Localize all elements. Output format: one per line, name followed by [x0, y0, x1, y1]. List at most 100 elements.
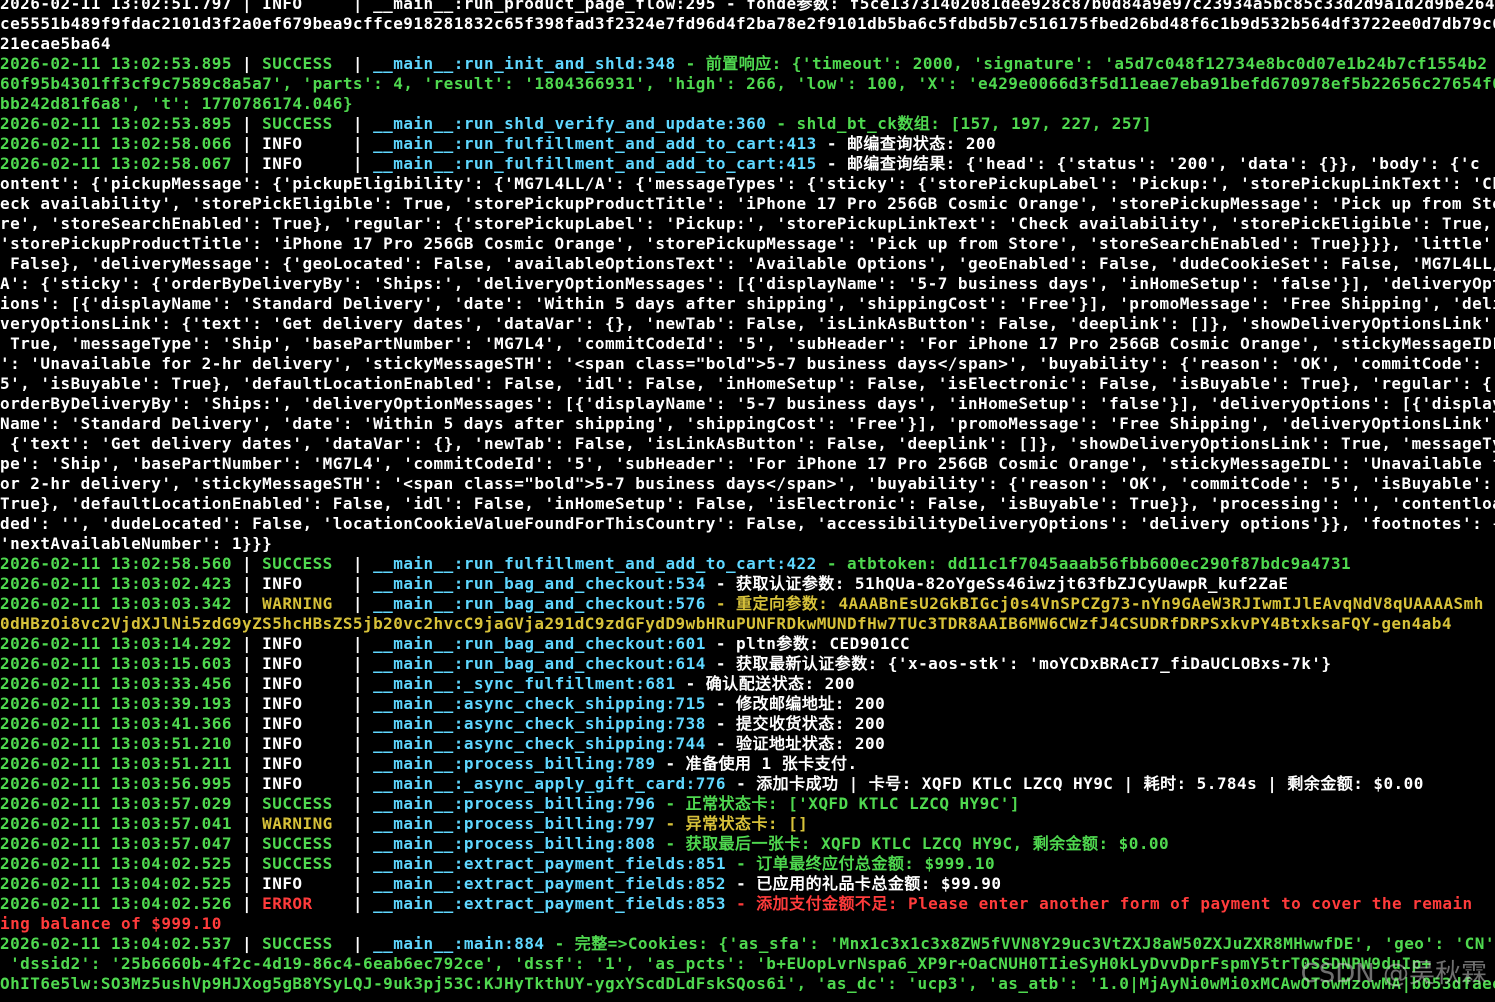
- csdn-watermark: CSDN @吴秋霖: [1300, 959, 1487, 989]
- log-continuation: 5', 'isBuyable': True}, 'defaultLocation…: [0, 374, 1495, 394]
- log-timestamp: 2026-02-11 13:03:39.193: [0, 694, 232, 713]
- log-wrapped-text: A': {'sticky': {'orderByDeliveryBy': 'Sh…: [0, 274, 1495, 293]
- log-wrapped-text: 'dssid2': '25b6660b-4f2c-4d19-86c4-6eab6…: [0, 954, 1432, 973]
- log-separator: |: [231, 894, 263, 913]
- log-line: 2026-02-11 13:03:33.456 | INFO | __main_…: [0, 674, 1495, 694]
- log-separator: |: [231, 674, 263, 693]
- log-line: 2026-02-11 13:03:57.041 | WARNING | __ma…: [0, 814, 1495, 834]
- log-source: __main__:extract_payment_fields:852: [373, 874, 726, 893]
- log-wrapped-text: pe': 'Ship', 'basePartNumber': 'MG7L4', …: [0, 454, 1495, 473]
- log-continuation: 'storePickupProductTitle': 'iPhone 17 Pr…: [0, 234, 1495, 254]
- log-source: __main__:run_bag_and_checkout:576: [373, 594, 706, 613]
- log-continuation: ontent': {'pickupMessage': {'pickupEligi…: [0, 174, 1495, 194]
- log-continuation: {'text': 'Get delivery dates', 'dataVar'…: [0, 434, 1495, 454]
- log-separator: |: [352, 774, 374, 793]
- log-line: 2026-02-11 13:03:41.366 | INFO | __main_…: [0, 714, 1495, 734]
- log-separator: |: [231, 694, 263, 713]
- log-separator: |: [352, 554, 374, 573]
- log-separator: |: [352, 814, 374, 833]
- log-message: - 添加支付金额不足: Please enter another form of…: [725, 894, 1473, 913]
- log-timestamp: 2026-02-11 13:03:57.041: [0, 814, 232, 833]
- log-level: SUCCESS: [262, 834, 353, 853]
- log-source: __main__:process_billing:808: [373, 834, 656, 853]
- log-wrapped-text: 2026-02-11 13:02:51.797 | INFO | __main_…: [0, 0, 1495, 13]
- log-continuation: 60f95b4301ff3cf9c7589c8a5a7', 'parts': 4…: [0, 74, 1495, 94]
- log-message: - 获取最新认证参数: {'x-aos-stk': 'moYCDxBRAcI7_…: [705, 654, 1332, 673]
- log-source: __main__:process_billing:796: [373, 794, 656, 813]
- log-timestamp: 2026-02-11 13:03:14.292: [0, 634, 232, 653]
- log-source: __main__:run_init_and_shld:348: [373, 54, 676, 73]
- log-wrapped-text: orderByDeliveryBy': 'Ships:', 'deliveryO…: [0, 394, 1495, 413]
- log-timestamp: 2026-02-11 13:02:53.895: [0, 114, 232, 133]
- log-level: INFO: [262, 134, 353, 153]
- log-line: 2026-02-11 13:03:14.292 | INFO | __main_…: [0, 634, 1495, 654]
- log-continuation: or 2-hr delivery', 'stickyMessageSTH': '…: [0, 474, 1495, 494]
- log-line: 2026-02-11 13:02:58.066 | INFO | __main_…: [0, 134, 1495, 154]
- log-separator: |: [352, 754, 374, 773]
- log-wrapped-text: or 2-hr delivery', 'stickyMessageSTH': '…: [0, 474, 1493, 493]
- log-output: 2026-02-11 13:02:51.797 | INFO | __main_…: [0, 0, 1495, 994]
- log-separator: |: [352, 794, 374, 813]
- log-timestamp: 2026-02-11 13:03:15.603: [0, 654, 232, 673]
- log-message: - 添加卡成功 | 卡号: XQFD KTLC LZCQ HY9C | 耗时: …: [725, 774, 1424, 793]
- log-separator: |: [231, 654, 263, 673]
- log-wrapped-text: veryOptionsLink': {'text': 'Get delivery…: [0, 314, 1495, 333]
- terminal-window[interactable]: 2026-02-11 13:02:51.797 | INFO | __main_…: [0, 0, 1495, 1002]
- log-message: - 确认配送状态: 200: [675, 674, 855, 693]
- log-separator: |: [231, 634, 263, 653]
- log-timestamp: 2026-02-11 13:02:58.560: [0, 554, 232, 573]
- log-separator: |: [352, 694, 374, 713]
- log-separator: |: [352, 714, 374, 733]
- log-timestamp: 2026-02-11 13:04:02.537: [0, 934, 232, 953]
- log-separator: |: [231, 754, 263, 773]
- log-separator: |: [231, 814, 263, 833]
- log-separator: |: [231, 854, 263, 873]
- log-separator: |: [352, 834, 374, 853]
- log-level: INFO: [262, 154, 353, 173]
- log-continuation: A': {'sticky': {'orderByDeliveryBy': 'Sh…: [0, 274, 1495, 294]
- log-level: SUCCESS: [262, 854, 353, 873]
- log-line: 2026-02-11 13:02:53.895 | SUCCESS | __ma…: [0, 114, 1495, 134]
- log-wrapped-text: 'storePickupProductTitle': 'iPhone 17 Pr…: [0, 234, 1495, 253]
- log-message: - 订单最终应付总金额: $999.10: [725, 854, 996, 873]
- log-line: 2026-02-11 13:03:57.047 | SUCCESS | __ma…: [0, 834, 1495, 854]
- log-continuation: eck availability', 'storePickEligible': …: [0, 194, 1495, 214]
- log-separator: |: [231, 934, 263, 953]
- log-line: 2026-02-11 13:03:51.210 | INFO | __main_…: [0, 734, 1495, 754]
- log-separator: |: [231, 874, 263, 893]
- log-continuation: ded': '', 'dudeLocated': False, 'locatio…: [0, 514, 1495, 534]
- log-message: - 前置响应: {'timeout': 2000, 'signature': '…: [675, 54, 1488, 73]
- log-continuation: 'nextAvailableNumber': 1}}}: [0, 534, 1495, 554]
- log-message: - 重定向参数: 4AAABnEsU2GkBIGcj0s4VnSPCZg73-n…: [705, 594, 1484, 613]
- log-continuation: ce5551b489f9fdac2101d3f2a0ef679bea9cffce…: [0, 14, 1495, 34]
- log-wrapped-text: 60f95b4301ff3cf9c7589c8a5a7', 'parts': 4…: [0, 74, 1495, 93]
- log-timestamp: 2026-02-11 13:03:51.211: [0, 754, 232, 773]
- log-level: WARNING: [262, 594, 353, 613]
- log-source: __main__:run_bag_and_checkout:614: [373, 654, 706, 673]
- log-line: 2026-02-11 13:03:39.193 | INFO | __main_…: [0, 694, 1495, 714]
- log-message: - atbtoken: dd11c1f7045aaab56fbb600ec290…: [816, 554, 1352, 573]
- log-line: 2026-02-11 13:02:58.560 | SUCCESS | __ma…: [0, 554, 1495, 574]
- log-source: __main__:_sync_fulfillment:681: [373, 674, 676, 693]
- log-source: __main__:run_shld_verify_and_update:360: [373, 114, 767, 133]
- log-separator: |: [231, 154, 263, 173]
- log-timestamp: 2026-02-11 13:04:02.526: [0, 894, 232, 913]
- log-message: - 获取最后一张卡: XQFD KTLC LZCQ HY9C, 剩余金额: $0…: [655, 834, 1170, 853]
- log-message: - 邮编查询结果: {'head': {'status': '200', 'da…: [816, 154, 1481, 173]
- log-message: - 提交收货状态: 200: [705, 714, 886, 733]
- log-level: INFO: [262, 774, 353, 793]
- log-separator: |: [352, 874, 374, 893]
- log-separator: |: [352, 934, 374, 953]
- log-line: 2026-02-11 13:03:57.029 | SUCCESS | __ma…: [0, 794, 1495, 814]
- log-separator: |: [352, 634, 374, 653]
- log-separator: |: [231, 134, 263, 153]
- log-continuation: 0dHBzOi8vc2VjdXJlNi5zdG9yZS5hcHBsZS5jb20…: [0, 614, 1495, 634]
- log-line: 2026-02-11 13:02:58.067 | INFO | __main_…: [0, 154, 1495, 174]
- log-level: INFO: [262, 754, 353, 773]
- log-separator: |: [352, 854, 374, 873]
- log-separator: |: [231, 114, 263, 133]
- log-continuation: True}, 'defaultLocationEnabled': False, …: [0, 494, 1495, 514]
- log-source: __main__:extract_payment_fields:853: [373, 894, 726, 913]
- log-continuation: True, 'messageType': 'Ship', 'basePartNu…: [0, 334, 1495, 354]
- log-line: 2026-02-11 13:03:02.423 | INFO | __main_…: [0, 574, 1495, 594]
